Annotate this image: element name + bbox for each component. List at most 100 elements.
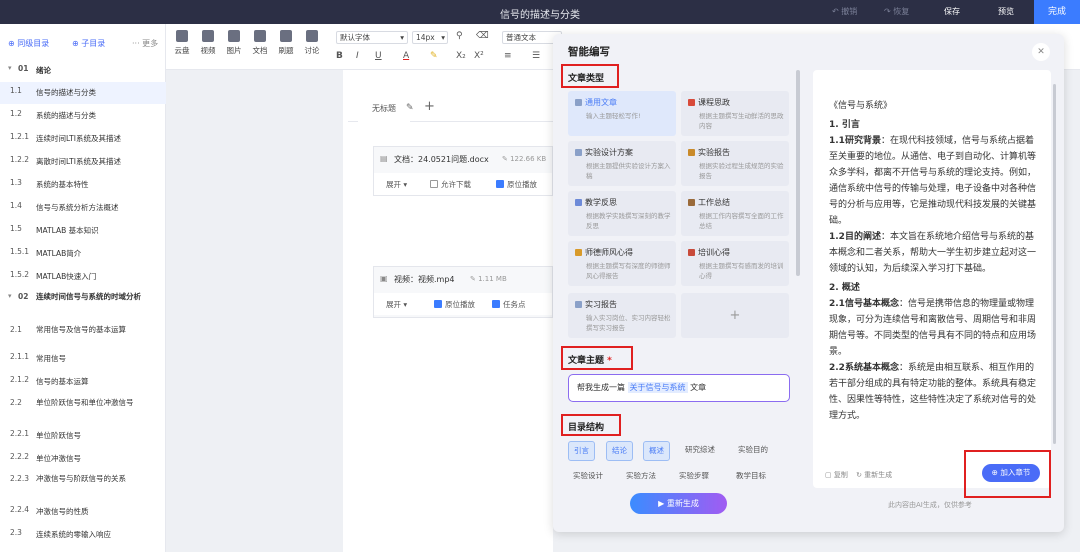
- tool-quiz-button[interactable]: 刷题: [273, 30, 299, 56]
- structure-chip[interactable]: 研究综述: [680, 441, 720, 461]
- italic-button[interactable]: I: [356, 51, 359, 61]
- structure-chip[interactable]: 实验设计: [568, 472, 608, 480]
- bold-button[interactable]: B: [336, 51, 343, 61]
- in-place-play-checkbox[interactable]: 原位播放: [496, 179, 537, 190]
- outline-item[interactable]: 2.2.3 冲激信号与阶跃信号的关系: [0, 470, 166, 498]
- font-select[interactable]: 默认字体 ▾: [336, 31, 408, 44]
- article-type-label: 培训心得: [698, 248, 730, 257]
- smart-writing-modal: 智能编写 ✕ 文章类型 通用文章 输入主题轻松写作! 课程思政 根据主题撰写生动鲜活的…: [553, 34, 1064, 532]
- structure-chip[interactable]: 结论: [606, 441, 633, 461]
- article-type-name: 实验设计方案: [575, 147, 633, 158]
- preview-button[interactable]: 预览: [998, 6, 1014, 17]
- article-type-desc: 根据主题撰写生动鲜活的思政内容: [699, 112, 784, 130]
- add-same-level-button[interactable]: ⊕ 同级目录: [8, 38, 49, 49]
- article-type-card[interactable]: 培训心得 根据主题撰写有感而发的培训心得: [681, 241, 789, 286]
- outline-item[interactable]: 1.5.1 MATLAB简介: [0, 243, 166, 265]
- article-type-card[interactable]: 课程思政 根据主题撰写生动鲜活的思政内容: [681, 91, 789, 136]
- add-tab-icon[interactable]: +: [424, 99, 435, 114]
- structure-chip[interactable]: 实验目的: [733, 441, 773, 461]
- structure-chip[interactable]: 概述: [643, 441, 670, 461]
- tool-document-button[interactable]: 文档: [247, 30, 273, 56]
- redo-button[interactable]: ↷ 恢复: [884, 6, 909, 17]
- add-to-chapter-button[interactable]: ⊕ 加入章节: [982, 464, 1040, 482]
- outline-item[interactable]: 2.2.4 冲激信号的性质: [0, 501, 166, 523]
- article-type-card[interactable]: 工作总结 根据工作内容撰写全面的工作总结: [681, 191, 789, 236]
- outline-label: 信号的基本运算: [36, 377, 89, 386]
- more-button[interactable]: ··· 更多: [132, 38, 158, 49]
- list-icon[interactable]: ☰: [532, 51, 540, 61]
- font-size-select[interactable]: 14px ▾: [412, 31, 448, 44]
- undo-button[interactable]: ↶ 撤销: [832, 6, 857, 17]
- outline-chapter[interactable]: ▾ 01 绪论: [0, 60, 166, 80]
- structure-chip[interactable]: 引言: [568, 441, 595, 461]
- outline-item[interactable]: 2.1.1 常用信号: [0, 348, 166, 370]
- outline-item[interactable]: 2.1 常用信号及信号的基本运算: [0, 321, 166, 346]
- article-type-label: 文章类型: [568, 74, 605, 84]
- outline-item[interactable]: 2.2 单位阶跃信号和单位冲激信号: [0, 394, 166, 422]
- outline-item[interactable]: 1.4 信号与系统分析方法概述: [0, 197, 166, 219]
- in-place-play-checkbox[interactable]: 原位播放: [434, 299, 475, 310]
- tool-cloud-button[interactable]: 云盘: [169, 30, 195, 56]
- video-card[interactable]: ▣ 视频：视频.mp4 ✎ 1.11 MB 展开 ▾ 原位播放 任务点: [373, 266, 553, 318]
- outline-item[interactable]: 1.5.2 MATLAB快速入门: [0, 266, 166, 288]
- task-point-checkbox[interactable]: 任务点: [492, 299, 526, 310]
- font-color-button[interactable]: A: [403, 51, 409, 61]
- tool-image-button[interactable]: 图片: [221, 30, 247, 56]
- topic-input[interactable]: 帮我生成一篇 关于信号与系统 文章: [568, 374, 790, 402]
- in-place-label: 原位播放: [507, 180, 537, 189]
- save-button[interactable]: 保存: [944, 6, 960, 17]
- allow-download-checkbox[interactable]: 允许下载: [430, 179, 471, 190]
- outline-item[interactable]: 2.2.1 单位阶跃信号: [0, 425, 166, 447]
- outline-item[interactable]: 1.1 信号的描述与分类: [0, 82, 166, 104]
- chevron-down-icon: ▾: [400, 33, 404, 42]
- subscript-button[interactable]: X₂: [456, 51, 466, 61]
- add-child-button[interactable]: ⊕ 子目录: [72, 38, 105, 49]
- outline-chapter[interactable]: ▾ 02 连续时间信号与系统的时域分析: [0, 288, 166, 318]
- superscript-button[interactable]: X²: [474, 51, 484, 61]
- article-type-card[interactable]: 通用文章 输入主题轻松写作!: [568, 91, 676, 136]
- tool-discussion-button[interactable]: 讨论: [299, 30, 325, 56]
- article-type-card[interactable]: 实习报告 输入实习岗位、实习内容轻松撰写实习报告: [568, 293, 676, 338]
- outline-item[interactable]: 1.2.2 离散时间LTI系统及其描述: [0, 151, 166, 173]
- article-type-label: 实验设计方案: [585, 148, 633, 157]
- tool-video-button[interactable]: 视频: [195, 30, 221, 56]
- close-icon[interactable]: ✕: [1032, 43, 1050, 61]
- align-icon[interactable]: ≡: [504, 51, 512, 61]
- scrollbar[interactable]: [1053, 84, 1056, 444]
- tab-untitled[interactable]: 无标题: [358, 96, 410, 122]
- expand-label: 展开: [386, 180, 401, 189]
- expand-toggle[interactable]: 展开 ▾: [386, 179, 407, 190]
- outline-item[interactable]: 1.3 系统的基本特性: [0, 174, 166, 196]
- article-type-card[interactable]: 师德师风心得 根据主题撰写有深度的师德师风心得报告: [568, 241, 676, 286]
- structure-chip[interactable]: 教学目标: [731, 472, 771, 480]
- article-type-card[interactable]: 教学反思 根据教学实践撰写深刻的教学反思: [568, 191, 676, 236]
- outline-item[interactable]: 2.3 连续系统的零输入响应: [0, 524, 166, 546]
- chevron-down-icon[interactable]: ▾: [8, 292, 12, 300]
- outline-item[interactable]: 1.2 系统的描述与分类: [0, 105, 166, 127]
- outline-item[interactable]: 1.5 MATLAB 基本知识: [0, 220, 166, 242]
- regenerate-button[interactable]: ▶ 重新生成: [630, 493, 727, 514]
- regenerate-preview-button[interactable]: ↻ 重新生成: [856, 471, 892, 479]
- outline-item[interactable]: 2.1.2 信号的基本运算: [0, 371, 166, 393]
- outline-item[interactable]: 1.2.1 连续时间LTI系统及其描述: [0, 128, 166, 150]
- clear-format-icon[interactable]: ⌫: [476, 31, 489, 41]
- scrollbar[interactable]: [796, 70, 800, 276]
- article-type-card[interactable]: 实验设计方案 根据主题提供实验设计方案入稿: [568, 141, 676, 186]
- highlight-icon[interactable]: ✎: [430, 51, 438, 61]
- format-painter-icon[interactable]: ⚲: [456, 31, 463, 41]
- topic-highlight[interactable]: 关于信号与系统: [627, 382, 688, 393]
- topic-prefix: 帮我生成一篇: [577, 383, 625, 392]
- add-type-button[interactable]: +: [681, 293, 789, 338]
- article-type-card[interactable]: 实验报告 根据实验过程生成规范的实验报告: [681, 141, 789, 186]
- chevron-down-icon[interactable]: ▾: [8, 64, 12, 72]
- outline-item[interactable]: 2.2.2 单位冲激信号: [0, 448, 166, 470]
- structure-chip[interactable]: 实验方法: [621, 472, 661, 480]
- expand-toggle[interactable]: 展开 ▾: [386, 299, 407, 310]
- preview-heading: 1. 引言: [829, 120, 860, 130]
- structure-chip[interactable]: 实验步骤: [674, 472, 714, 480]
- done-button[interactable]: 完成: [1034, 0, 1080, 24]
- copy-button[interactable]: ▢ 复制: [825, 471, 848, 479]
- document-card[interactable]: ▤ 文档：24.0521问题.docx ✎ 122.66 KB 展开 ▾ 允许下…: [373, 146, 553, 196]
- underline-button[interactable]: U: [375, 51, 382, 61]
- edit-icon[interactable]: ✎: [406, 103, 414, 113]
